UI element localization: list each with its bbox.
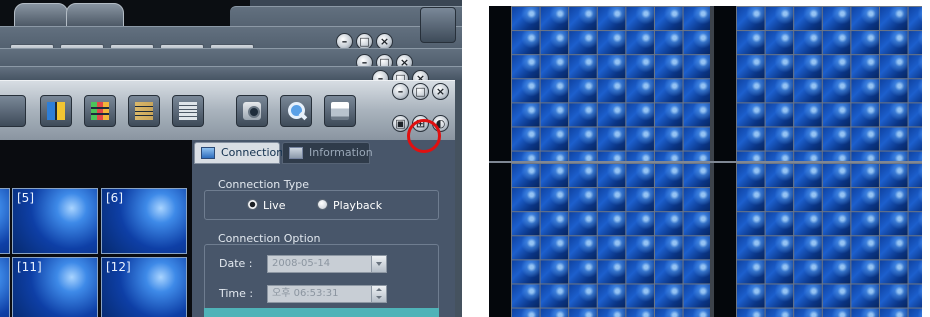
minimize-icon[interactable]: – — [392, 83, 409, 100]
layout-1-button[interactable] — [0, 95, 26, 127]
video-grid: [5] [6] [11] [12] — [0, 140, 192, 317]
radio-playback-label: Playback — [333, 199, 383, 212]
print-icon — [331, 102, 349, 120]
layout-3x3-button[interactable] — [84, 95, 116, 127]
maximize-icon[interactable]: □ — [412, 83, 429, 100]
connection-type-group: Live Playback — [204, 190, 439, 220]
tab-connection[interactable]: Connection — [194, 142, 284, 164]
red-highlight-circle — [407, 119, 441, 153]
layout-3x3-icon — [91, 102, 109, 120]
layout-2x2-icon — [47, 102, 65, 120]
time-spinner-icon[interactable] — [371, 286, 386, 302]
date-dropdown-icon[interactable] — [371, 256, 386, 272]
connect-button[interactable] — [204, 308, 439, 317]
layout-2x2-button[interactable] — [40, 95, 72, 127]
search-icon — [287, 102, 305, 120]
video-cell[interactable]: [6] — [101, 188, 187, 254]
video-cell[interactable]: [12] — [101, 257, 187, 317]
tab-information[interactable]: Information — [282, 142, 373, 164]
connection-panel: Connection Information Connection Type L… — [192, 140, 455, 317]
time-value: 오후 06:53:31 — [272, 288, 339, 299]
layout-4x4-button[interactable] — [128, 95, 160, 127]
radio-playback[interactable]: Playback — [317, 199, 382, 212]
main-toolbar: – □ × ▣ ⊞ ◐ — [0, 80, 455, 140]
channel-label: [12] — [106, 260, 131, 274]
video-cell[interactable] — [0, 188, 10, 254]
time-field[interactable]: 오후 06:53:31 — [267, 285, 387, 303]
radio-live-label: Live — [263, 199, 286, 212]
window-tab-1[interactable] — [14, 3, 68, 27]
channel-label: [5] — [17, 191, 34, 205]
quadrant-divider-horizontal — [489, 161, 922, 163]
print-button[interactable] — [324, 95, 356, 127]
search-button[interactable] — [280, 95, 312, 127]
snapshot-camera-icon — [243, 102, 261, 120]
radio-live-indicator — [247, 199, 258, 210]
radio-live[interactable]: Live — [247, 199, 285, 212]
channel-label: [6] — [106, 191, 123, 205]
main-window-controls: – □ × — [392, 83, 449, 100]
video-cell[interactable] — [0, 257, 10, 317]
connection-option-group: Date : 2008-05-14 Time : 오후 06:53:31 — [204, 244, 439, 317]
connection-tab-icon — [201, 147, 215, 159]
close-icon[interactable]: × — [432, 83, 449, 100]
camera-quadrant-top-left[interactable] — [489, 6, 710, 161]
snapshot-button[interactable] — [236, 95, 268, 127]
radio-playback-indicator — [317, 199, 328, 210]
date-label: Date : — [219, 257, 253, 270]
camera-tree-icon[interactable]: ▣ — [392, 115, 409, 132]
layout-5x5-icon — [179, 102, 197, 120]
top-tab-strip — [0, 0, 250, 27]
information-tab-icon — [289, 147, 303, 159]
grid-view-icon[interactable] — [420, 7, 456, 43]
multi-camera-grid-view — [489, 6, 922, 317]
video-cell[interactable]: [5] — [12, 188, 98, 254]
camera-quadrant-bottom-left[interactable] — [489, 163, 710, 317]
date-field[interactable]: 2008-05-14 — [267, 255, 387, 273]
date-value: 2008-05-14 — [272, 258, 331, 269]
camera-quadrant-bottom-right[interactable] — [714, 163, 922, 317]
channel-label: [11] — [17, 260, 42, 274]
main-viewer-window: – □ × ▣ ⊞ ◐ [5] [6] [11] [12] Connection — [0, 80, 462, 317]
layout-5x5-button[interactable] — [172, 95, 204, 127]
tab-information-label: Information — [309, 146, 373, 159]
window-tab-2[interactable] — [66, 3, 124, 27]
time-label: Time : — [219, 287, 254, 300]
layout-1-icon — [1, 102, 19, 120]
layout-4x4-icon — [135, 102, 153, 120]
tab-connection-label: Connection — [221, 146, 284, 159]
camera-quadrant-top-right[interactable] — [714, 6, 922, 161]
dvr-client-screenshot: – □ × – □ × – □ × – □ × ▣ ⊞ ◐ [5] [6] [1… — [0, 0, 462, 317]
video-cell[interactable]: [11] — [12, 257, 98, 317]
